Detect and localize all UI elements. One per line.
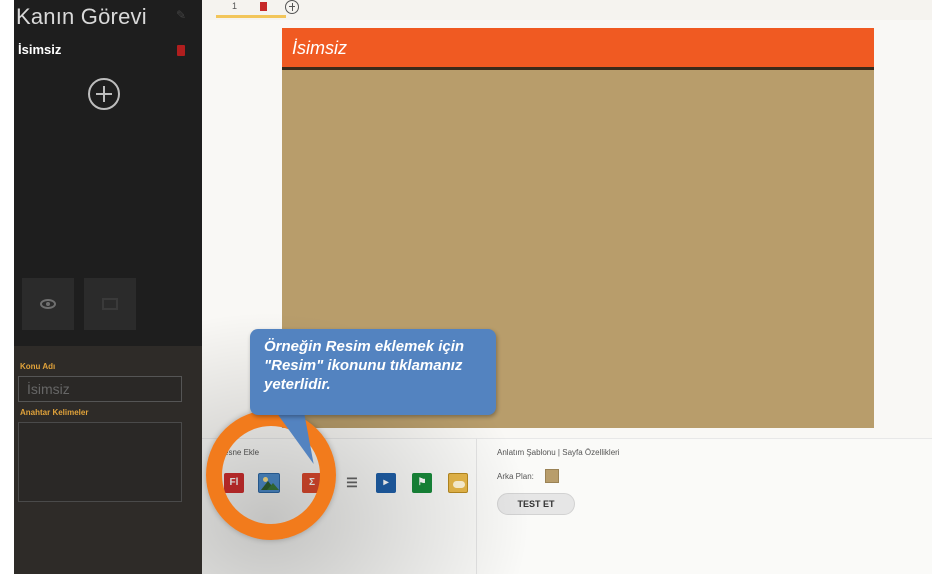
add-tab-icon[interactable] bbox=[285, 0, 299, 14]
eye-icon bbox=[40, 299, 56, 309]
background-label: Arka Plan: bbox=[497, 472, 534, 481]
play-icon[interactable]: ▸ bbox=[376, 473, 396, 493]
topic-settings: Konu Adı İsimsiz Anahtar Kelimeler bbox=[14, 346, 202, 574]
properties-panel: Anlatım Şablonu | Sayfa Özellikleri Arka… bbox=[477, 438, 932, 574]
add-page-button[interactable] bbox=[88, 78, 120, 110]
tab-delete-icon[interactable] bbox=[260, 2, 267, 11]
sidebar: Kanın Görevi ✎ İsimsiz Konu Adı İsimsiz … bbox=[14, 0, 202, 574]
page-tabs: 1 bbox=[202, 0, 932, 20]
topic-input[interactable]: İsimsiz bbox=[18, 376, 182, 402]
tab-page-1[interactable]: 1 bbox=[216, 0, 286, 18]
tab-number: 1 bbox=[232, 1, 238, 11]
flag-icon[interactable]: ⚑ bbox=[412, 473, 432, 493]
project-title: Kanın Görevi bbox=[16, 4, 147, 29]
properties-title[interactable]: Anlatım Şablonu | Sayfa Özellikleri bbox=[497, 448, 620, 457]
preview-button[interactable] bbox=[22, 278, 74, 330]
edit-icon[interactable]: ✎ bbox=[176, 8, 190, 22]
export-icon bbox=[102, 298, 118, 310]
background-color-swatch[interactable] bbox=[545, 469, 559, 483]
slide-title[interactable]: İsimsiz bbox=[292, 38, 347, 59]
tutorial-tooltip: Örneğin Resim eklemek için "Resim" ikonu… bbox=[250, 329, 496, 415]
list-icon[interactable]: ☰ bbox=[342, 473, 362, 493]
tooltip-text: Örneğin Resim eklemek için "Resim" ikonu… bbox=[264, 338, 465, 393]
slide-header[interactable]: İsimsiz bbox=[282, 28, 874, 70]
test-button[interactable]: TEST ET bbox=[497, 493, 575, 515]
highlight-ring bbox=[206, 410, 336, 540]
export-button[interactable] bbox=[84, 278, 136, 330]
topic-label: Konu Adı bbox=[20, 362, 56, 371]
cloud-icon[interactable] bbox=[448, 473, 468, 493]
sidebar-item-page[interactable]: İsimsiz bbox=[18, 42, 61, 57]
keywords-textarea[interactable] bbox=[18, 422, 182, 502]
trash-icon[interactable] bbox=[177, 45, 185, 56]
keywords-label: Anahtar Kelimeler bbox=[20, 408, 89, 417]
